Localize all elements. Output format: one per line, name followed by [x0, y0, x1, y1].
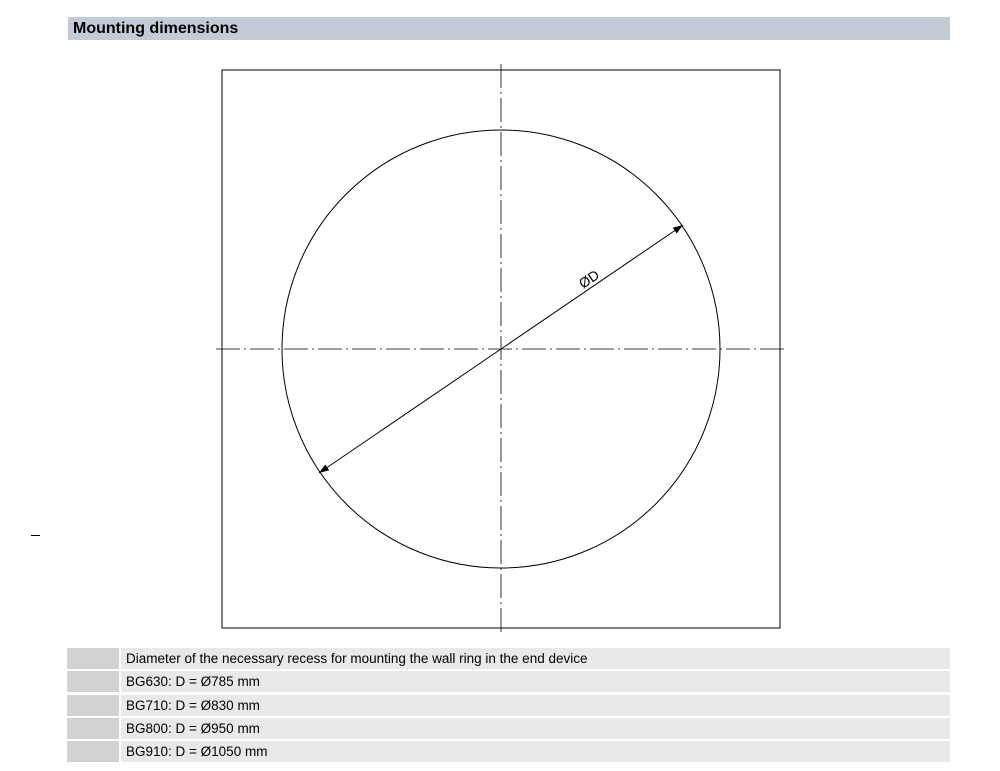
diameter-label: ØD [576, 266, 602, 291]
legend-row: Diameter of the necessary recess for mou… [67, 648, 950, 669]
legend-description: Diameter of the necessary recess for mou… [121, 648, 950, 669]
legend-key-cell [67, 694, 119, 716]
legend-row: BG800: D = Ø950 mm [67, 717, 950, 739]
legend-bg800: BG800: D = Ø950 mm [121, 717, 950, 739]
legend-key-cell [67, 648, 119, 669]
legend-row: BG710: D = Ø830 mm [67, 694, 950, 716]
legend-bg910: BG910: D = Ø1050 mm [121, 741, 950, 763]
legend-table: Diameter of the necessary recess for mou… [67, 648, 950, 764]
legend-key-cell [67, 741, 119, 763]
legend-bg630: BG630: D = Ø785 mm [121, 671, 950, 693]
legend-key-cell [67, 717, 119, 739]
legend-row: BG910: D = Ø1050 mm [67, 741, 950, 763]
legend-bg710: BG710: D = Ø830 mm [121, 694, 950, 716]
legend-row: BG630: D = Ø785 mm [67, 671, 950, 693]
legend-key-cell [67, 671, 119, 693]
margin-dash [31, 535, 40, 536]
